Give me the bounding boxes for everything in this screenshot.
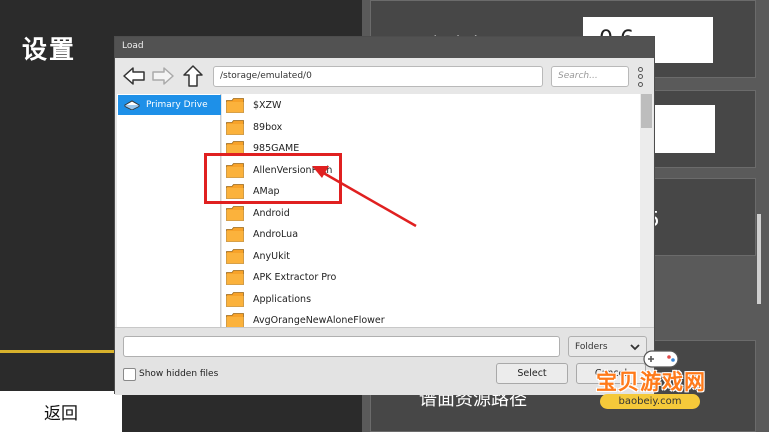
watermark-title: 宝贝游戏网 <box>596 370 706 394</box>
watermark-logo: 宝贝游戏网 baobeiy.com <box>592 346 742 414</box>
watermark-url: baobeiy.com <box>600 394 700 409</box>
